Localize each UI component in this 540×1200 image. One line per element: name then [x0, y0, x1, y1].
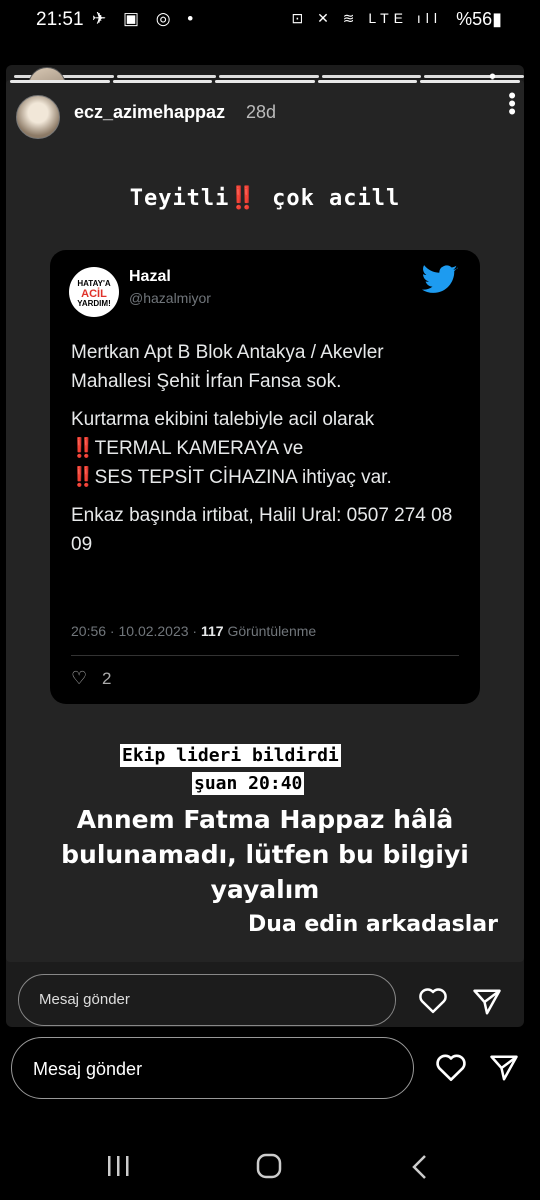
story-title-text: Teyitli‼️ çok acill — [129, 186, 401, 211]
story-sticker-text: şuan 20:40 — [192, 772, 305, 795]
tweet-author-name: Hazal — [129, 268, 171, 285]
tweet-card: HATAY'A ACİL YARDIM! Hazal @hazalmiyor M… — [50, 250, 480, 704]
outer-story-progress — [14, 75, 524, 78]
double-exclamation-icon: ‼️ — [71, 467, 95, 488]
tweet-author-handle: @hazalmiyor — [129, 290, 211, 306]
status-bar: 21:51 ✈ ▣ ◎ • ⊡ ✕ ≋ LTE ıll %56▮ — [0, 0, 540, 40]
story-sticker-text: Ekip lideri bildirdi — [120, 744, 341, 767]
send-icon[interactable] — [489, 1054, 519, 1082]
outer-heart-icon[interactable] — [418, 986, 448, 1014]
story-username[interactable]: ecz_azimehappaz — [74, 102, 225, 123]
battery-icon: %56▮ — [456, 9, 502, 29]
back-icon[interactable] — [410, 1154, 430, 1180]
story-age: 28d — [246, 102, 277, 122]
outer-message-input[interactable]: Mesaj gönder — [18, 974, 396, 1026]
outer-send-icon[interactable] — [472, 988, 502, 1016]
tweet-meta: 20:56 · 10.02.2023 · 117 Görüntülenme — [71, 623, 317, 639]
system-status-icons: ⊡ ✕ ≋ LTE ıll — [291, 10, 442, 26]
more-options-icon[interactable]: • • • — [508, 85, 516, 123]
tweet-divider — [71, 655, 459, 656]
notification-icons: ✈ ▣ ◎ • — [92, 9, 200, 28]
story-progress — [10, 80, 520, 83]
status-time: 21:51 — [36, 9, 84, 30]
user-avatar[interactable] — [16, 95, 60, 139]
story-caption-secondary: Dua edin arkadaslar — [247, 912, 498, 937]
message-placeholder: Mesaj gönder — [33, 1059, 143, 1079]
message-input[interactable]: Mesaj gönder — [11, 1037, 414, 1099]
tweet-author-avatar: HATAY'A ACİL YARDIM! — [69, 267, 119, 317]
home-icon[interactable] — [256, 1153, 282, 1179]
system-nav-bar — [0, 1140, 540, 1200]
twitter-bird-icon — [422, 265, 458, 293]
outer-message-placeholder: Mesaj gönder — [39, 991, 130, 1008]
tweet-like-count: 2 — [102, 669, 112, 688]
story-frame[interactable]: ecz_azimehappaz 28d • • • Teyitli‼️ çok ac… — [6, 80, 524, 962]
story-caption: Annem Fatma Happaz hâlâ bulunamadı, lütf… — [61, 805, 469, 904]
double-exclamation-icon: ‼️ — [71, 438, 95, 459]
heart-icon[interactable] — [435, 1052, 467, 1082]
double-exclamation-icon: ‼️ — [229, 186, 258, 211]
tweet-like-icon: ♡ — [71, 668, 88, 688]
recent-apps-icon[interactable] — [105, 1154, 131, 1178]
tweet-text: Mertkan Apt B Blok Antakya / Akevler Mah… — [71, 342, 453, 555]
